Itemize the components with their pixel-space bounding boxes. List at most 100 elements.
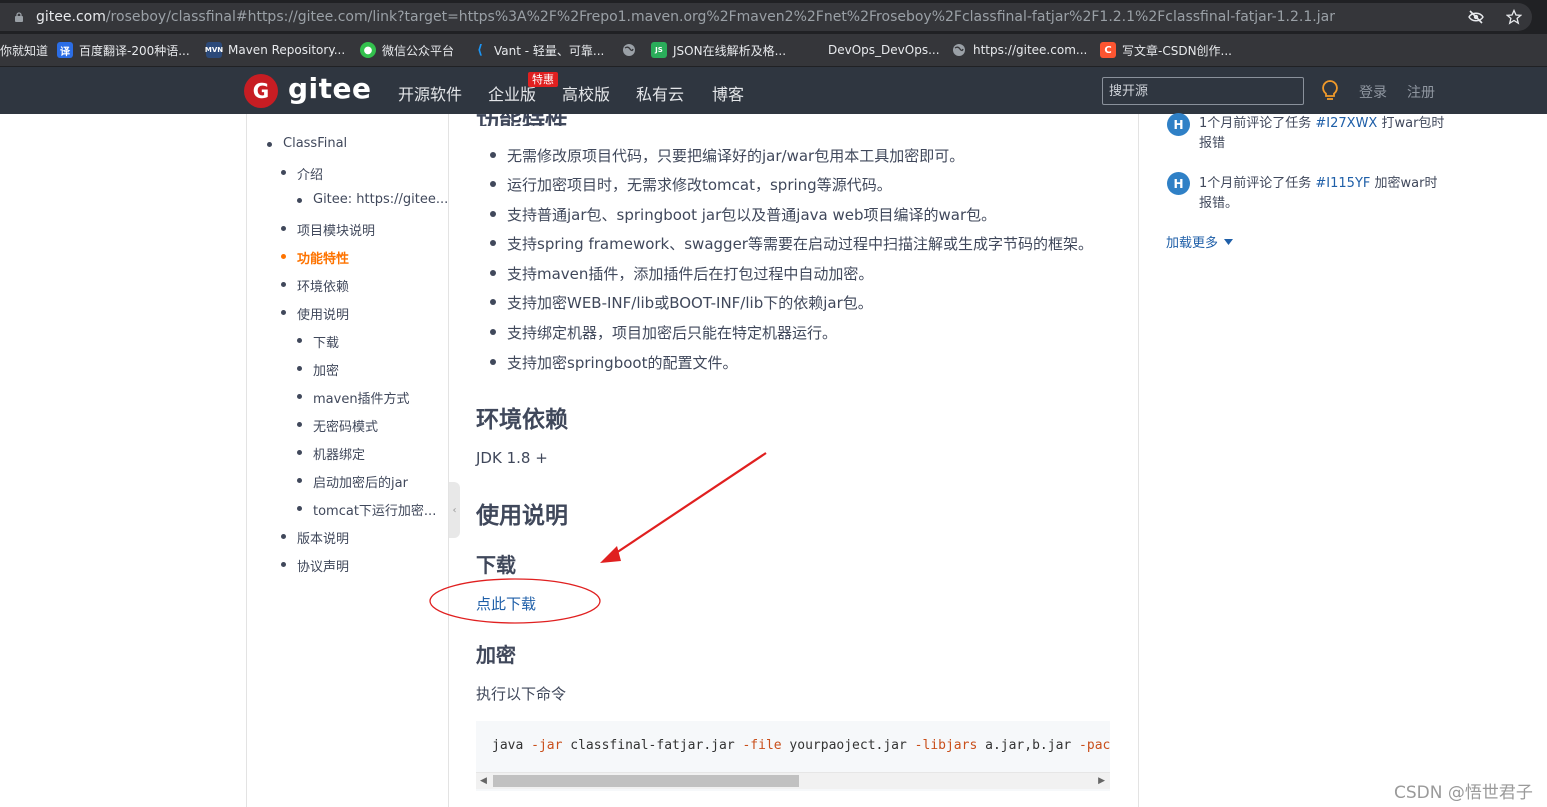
- gitee-logo-text[interactable]: gitee: [288, 72, 372, 105]
- bookmark-label: DevOps_DevOps...: [828, 43, 940, 57]
- toc-item[interactable]: 启动加密后的jar: [297, 472, 408, 491]
- toc-item[interactable]: 版本说明: [281, 528, 349, 547]
- bookmark-item[interactable]: C 写文章-CSDN创作...: [1100, 41, 1232, 59]
- feature-text: 支持加密WEB-INF/lib或BOOT-INF/lib下的依赖jar包。: [507, 294, 873, 312]
- download-link[interactable]: 点此下载: [476, 593, 536, 614]
- toc-label: 机器绑定: [313, 448, 366, 463]
- bookmark-item[interactable]: DevOps_DevOps...: [828, 41, 940, 59]
- url-text: gitee.com/roseboy/classfinal#https://git…: [36, 9, 1335, 25]
- toc-item[interactable]: 机器绑定: [297, 444, 366, 463]
- site-header: G gitee 开源软件 企业版 特惠 高校版 私有云 博客 登录 注册: [0, 67, 1547, 114]
- nav-private-cloud[interactable]: 私有云: [636, 81, 684, 105]
- maven-icon: MVN: [205, 42, 223, 58]
- nav-open-source[interactable]: 开源软件: [398, 81, 462, 105]
- encrypt-text: 执行以下命令: [476, 685, 567, 703]
- bookmark-label: Maven Repository...: [228, 43, 346, 57]
- feature-item: 支持spring framework、swagger等需要在启动过程中扫描注解或…: [490, 233, 1093, 254]
- toc-label: maven插件方式: [313, 392, 410, 407]
- feature-item: 支持普通jar包、springboot jar包以及普通java web项目编译…: [490, 204, 997, 225]
- toc-item[interactable]: maven插件方式: [297, 388, 410, 407]
- load-more-button[interactable]: 加载更多: [1166, 232, 1234, 251]
- toc-label: 介绍: [297, 168, 324, 183]
- toc-label: tomcat下运行加密...: [313, 504, 437, 519]
- annotation-arrow-head: [600, 546, 621, 563]
- star-icon[interactable]: [1506, 9, 1522, 25]
- toc-collapse-handle[interactable]: ‹: [449, 482, 460, 538]
- toc-label: ClassFinal: [283, 136, 348, 151]
- toc-item[interactable]: 环境依赖: [281, 276, 350, 295]
- section-heading-download: 下载: [476, 553, 516, 577]
- nav-blog[interactable]: 博客: [712, 81, 744, 105]
- toc-item-active[interactable]: 功能特性: [281, 248, 350, 267]
- wechat-icon: ●: [360, 42, 376, 58]
- issue-link[interactable]: #I27XWX: [1315, 116, 1377, 131]
- section-heading-features: 功能特性: [476, 114, 568, 126]
- annotation-arrow-shaft: [609, 452, 767, 558]
- bookmarks-bar: 你就知道 译百度翻译-200种语... MVN Maven Repository.…: [0, 34, 1547, 67]
- toc-label: 项目模块说明: [297, 224, 376, 239]
- translate-icon: 译: [57, 42, 73, 58]
- url-field[interactable]: gitee.com/roseboy/classfinal#https://git…: [0, 3, 1532, 31]
- toc-item[interactable]: ClassFinal: [267, 136, 348, 151]
- bookmark-item[interactable]: 译百度翻译-200种语...: [57, 41, 190, 59]
- lock-icon: [15, 12, 23, 22]
- gitee-logo-icon[interactable]: G: [244, 74, 278, 108]
- scrollbar-thumb[interactable]: [493, 775, 799, 787]
- feature-text: 支持加密springboot的配置文件。: [507, 354, 738, 372]
- register-link[interactable]: 注册: [1407, 82, 1435, 102]
- caret-down-icon: [1224, 238, 1234, 245]
- scroll-left-icon[interactable]: ◀: [480, 776, 487, 786]
- bookmark-item[interactable]: [621, 41, 637, 59]
- toc-item[interactable]: tomcat下运行加密...: [297, 500, 437, 519]
- toc-item[interactable]: 无密码模式: [297, 416, 379, 435]
- toc-item[interactable]: Gitee: https://gitee...: [297, 192, 449, 207]
- toc-label: 协议声明: [297, 560, 350, 575]
- load-more-label: 加载更多: [1166, 236, 1219, 251]
- toc-item[interactable]: 协议声明: [281, 556, 350, 575]
- divider: [246, 114, 247, 807]
- nav-education[interactable]: 高校版: [562, 81, 610, 105]
- avatar[interactable]: H: [1167, 172, 1190, 195]
- login-link[interactable]: 登录: [1359, 82, 1387, 102]
- toc-item[interactable]: 介绍: [281, 164, 324, 183]
- scroll-right-icon[interactable]: ▶: [1098, 776, 1105, 786]
- bookmark-label: 百度翻译-200种语...: [79, 43, 190, 58]
- feature-text: 无需修改原项目代码，只要把编译好的jar/war包用本工具加密即可。: [507, 147, 965, 165]
- bookmark-item[interactable]: ⟨ Vant - 轻量、可靠...: [472, 41, 604, 59]
- bookmark-label: 你就知道: [0, 43, 49, 58]
- bookmark-item[interactable]: MVN Maven Repository...: [205, 41, 346, 59]
- lightbulb-icon[interactable]: [1320, 79, 1340, 103]
- globe-icon: [621, 42, 637, 58]
- toc-label: 环境依赖: [297, 280, 350, 295]
- activity-item: 1个月前评论了任务 #I115YF 加密war时报错。: [1199, 176, 1438, 211]
- eye-slash-icon[interactable]: [1468, 9, 1484, 25]
- promo-badge: 特惠: [528, 72, 558, 87]
- issue-link[interactable]: #I115YF: [1315, 176, 1370, 191]
- bookmark-item[interactable]: https://gitee.com...: [951, 41, 1087, 59]
- divider: [1138, 114, 1139, 807]
- toc-label: 无密码模式: [313, 420, 379, 435]
- bookmark-label: JSON在线解析及格...: [673, 43, 787, 58]
- browser-address-bar: gitee.com/roseboy/classfinal#https://git…: [0, 0, 1547, 34]
- toc-item[interactable]: 加密: [297, 360, 339, 379]
- chevron-left-icon: ‹: [452, 504, 457, 516]
- vant-icon: ⟨: [477, 42, 483, 58]
- avatar[interactable]: H: [1167, 113, 1190, 136]
- search-input[interactable]: [1102, 77, 1304, 105]
- bookmark-label: https://gitee.com...: [973, 43, 1088, 57]
- toc-label: 使用说明: [297, 308, 350, 323]
- feature-item: 支持加密WEB-INF/lib或BOOT-INF/lib下的依赖jar包。: [490, 292, 873, 313]
- feature-item: 无需修改原项目代码，只要把编译好的jar/war包用本工具加密即可。: [490, 145, 965, 166]
- bookmark-item[interactable]: 你就知道: [0, 41, 48, 59]
- toc-label: 启动加密后的jar: [313, 476, 408, 491]
- toc-label: 功能特性: [297, 252, 350, 267]
- toc-item[interactable]: 下载: [297, 332, 339, 351]
- toc-item[interactable]: 使用说明: [281, 304, 350, 323]
- toc-label: Gitee: https://gitee...: [313, 192, 449, 207]
- bookmark-item[interactable]: ● 微信公众平台: [360, 41, 454, 59]
- toc-item[interactable]: 项目模块说明: [281, 220, 376, 239]
- feature-text: 支持普通jar包、springboot jar包以及普通java web项目编译…: [507, 206, 997, 224]
- bookmark-item[interactable]: JS JSON在线解析及格...: [651, 41, 786, 59]
- feature-item: 支持maven插件，添加插件后在打包过程中自动加密。: [490, 263, 873, 284]
- code-horizontal-scrollbar[interactable]: ◀ ▶: [476, 772, 1110, 789]
